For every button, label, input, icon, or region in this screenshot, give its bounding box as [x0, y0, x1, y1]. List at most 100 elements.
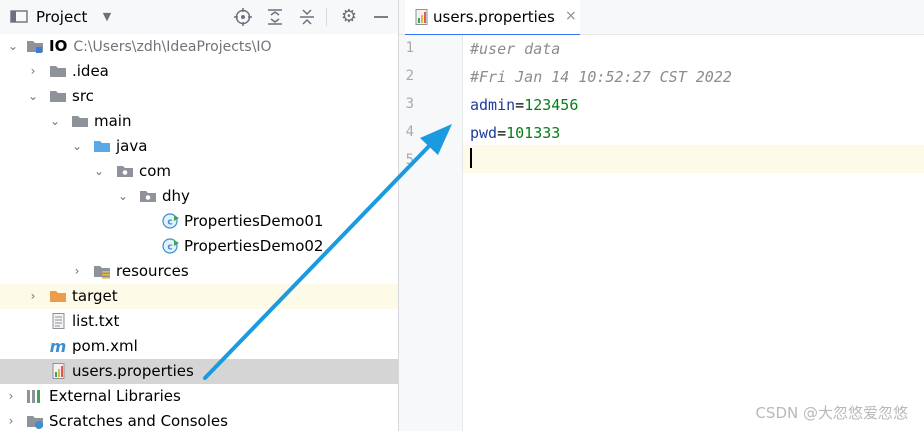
property-key: admin: [470, 96, 516, 114]
chevron-right-icon[interactable]: ›: [26, 289, 40, 303]
chevron-down-icon[interactable]: ▼: [98, 8, 116, 26]
code-line-2: #Fri Jan 14 10:52:27 CST 2022: [470, 68, 732, 86]
tree-item-pom-xml[interactable]: m pom.xml: [0, 334, 398, 359]
svg-text:m: m: [50, 338, 67, 354]
line-number: 2: [405, 68, 414, 84]
excluded-folder-icon: [50, 291, 66, 302]
svg-text:c: c: [167, 218, 172, 228]
close-icon[interactable]: ×: [565, 8, 577, 24]
folder-icon: [72, 116, 88, 127]
tree-item-label: .idea: [72, 62, 109, 80]
tree-item-label: target: [72, 287, 118, 305]
tree-item-java[interactable]: ⌄ java: [0, 134, 398, 159]
code-line-1: #user data: [470, 40, 560, 58]
tree-item-scratches[interactable]: › Scratches and Consoles: [0, 409, 398, 434]
properties-file-icon: [415, 9, 428, 25]
source-folder-icon: [94, 141, 110, 152]
libraries-icon: [27, 390, 40, 403]
chevron-right-icon[interactable]: ›: [4, 414, 18, 428]
property-value: 123456: [524, 96, 579, 114]
tree-item-label: pom.xml: [72, 337, 138, 355]
project-view-icon: [10, 10, 28, 23]
chevron-down-icon[interactable]: ⌄: [26, 89, 40, 103]
tree-item-resources[interactable]: › resources: [0, 259, 398, 284]
tree-item-propertiesdemo02[interactable]: c PropertiesDemo02: [0, 234, 398, 259]
watermark: CSDN @大忽悠爱忽悠: [755, 404, 908, 422]
property-key: pwd: [470, 124, 498, 142]
text-file-icon: [52, 313, 65, 329]
comment-text: #user data: [470, 40, 561, 58]
code-line-3: admin=123456: [470, 96, 578, 114]
chevron-right-icon[interactable]: ›: [26, 64, 40, 78]
project-toolbar: Project ▼ ⚙: [0, 0, 398, 34]
tree-item-label: External Libraries: [49, 387, 181, 405]
tree-item-list-txt[interactable]: list.txt: [0, 309, 398, 334]
tree-item-target[interactable]: › target: [0, 284, 398, 309]
project-path: C:\Users\zdh\IdeaProjects\IO: [73, 39, 272, 55]
line-number: 5: [405, 152, 414, 168]
chevron-down-icon[interactable]: ⌄: [92, 164, 106, 178]
chevron-down-icon[interactable]: ⌄: [48, 114, 62, 128]
comment-text: #Fri Jan 14 10:52:27 CST 2022: [470, 68, 732, 86]
module-folder-icon: [27, 41, 43, 53]
line-number: 3: [405, 96, 414, 112]
property-separator: =: [497, 124, 507, 142]
gear-icon[interactable]: ⚙: [340, 8, 358, 26]
expand-all-icon[interactable]: [266, 8, 284, 26]
tree-item-src[interactable]: ⌄ src: [0, 84, 398, 109]
project-view-title[interactable]: Project: [36, 8, 87, 26]
tree-item-dhy[interactable]: ⌄ dhy: [0, 184, 398, 209]
tree-item-propertiesdemo01[interactable]: c PropertiesDemo01: [0, 209, 398, 234]
maven-icon: m: [50, 338, 67, 354]
tree-item-io[interactable]: ⌄ IO C:\Users\zdh\IdeaProjects\IO: [0, 34, 398, 59]
java-class-icon: c: [162, 213, 179, 229]
tree-item-label: com: [139, 162, 172, 180]
tree-item-label: IO: [49, 37, 68, 55]
project-panel: Project ▼ ⚙ ⌄ IO C:\Users\zdh\IdeaProjec…: [0, 0, 398, 431]
chevron-down-icon[interactable]: ⌄: [6, 39, 20, 53]
tree-item-label: src: [72, 87, 94, 105]
property-separator: =: [515, 96, 525, 114]
tree-item-label: main: [94, 112, 132, 130]
hide-icon[interactable]: [372, 8, 390, 26]
chevron-right-icon[interactable]: ›: [4, 389, 18, 403]
tab-label: users.properties: [433, 8, 555, 26]
tree-item-label: list.txt: [72, 312, 120, 330]
current-line-highlight: [463, 145, 924, 173]
tree-item-main[interactable]: ⌄ main: [0, 109, 398, 134]
tree-item-label: java: [116, 137, 148, 155]
tree-item-label: resources: [116, 262, 189, 280]
tab-users-properties[interactable]: users.properties ×: [405, 0, 580, 36]
tree-item-label: PropertiesDemo02: [184, 237, 324, 255]
tree-item-users-properties[interactable]: users.properties: [0, 359, 398, 384]
properties-file-icon: [52, 363, 65, 379]
tree-item-label: dhy: [162, 187, 190, 205]
line-number: 4: [405, 124, 414, 140]
line-number-gutter: 1 2 3 4 5: [399, 35, 463, 431]
folder-icon: [50, 91, 66, 102]
locate-icon[interactable]: [234, 8, 252, 26]
tree-item-com[interactable]: ⌄ com: [0, 159, 398, 184]
chevron-down-icon[interactable]: ⌄: [70, 139, 84, 153]
chevron-right-icon[interactable]: ›: [70, 264, 84, 278]
toolbar-separator: [326, 8, 327, 26]
java-class-icon: c: [162, 238, 179, 254]
tree-item-label: Scratches and Consoles: [49, 412, 228, 430]
tree-item-label: users.properties: [72, 362, 194, 380]
tree-item-external-libraries[interactable]: › External Libraries: [0, 384, 398, 409]
property-value: 101333: [506, 124, 561, 142]
code-editor[interactable]: #user data #Fri Jan 14 10:52:27 CST 2022…: [463, 35, 924, 431]
svg-text:c: c: [167, 243, 172, 253]
folder-icon: [50, 66, 66, 77]
package-icon: [117, 166, 133, 177]
tree-item-idea[interactable]: › .idea: [0, 59, 398, 84]
package-icon: [140, 191, 156, 202]
editor-tab-bar: users.properties ×: [399, 0, 924, 36]
chevron-down-icon[interactable]: ⌄: [116, 189, 130, 203]
resources-folder-icon: [94, 266, 110, 279]
code-line-4: pwd=101333: [470, 124, 560, 142]
scratches-icon: [27, 416, 43, 429]
tree-item-label: PropertiesDemo01: [184, 212, 324, 230]
text-caret: [470, 148, 472, 168]
collapse-all-icon[interactable]: [298, 8, 316, 26]
